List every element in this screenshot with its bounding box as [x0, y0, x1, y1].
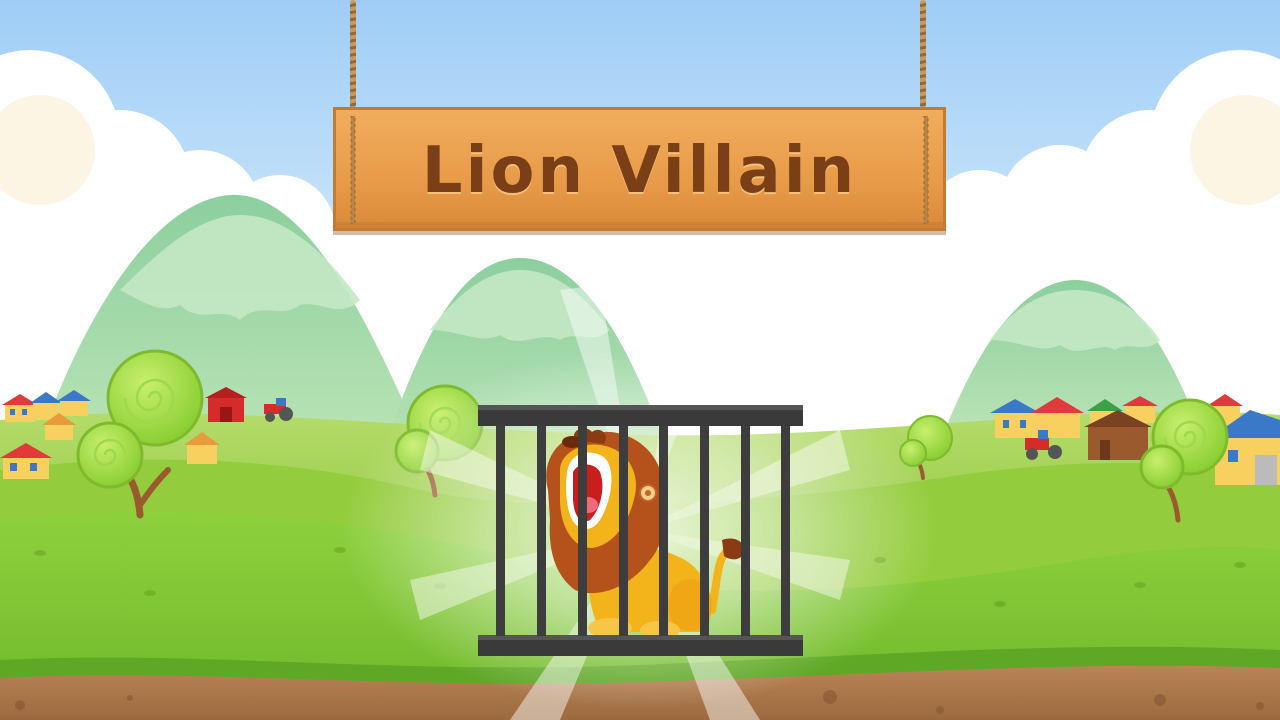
rope-left	[350, 0, 356, 108]
game-title: Lion Villain	[421, 134, 858, 208]
rope-right	[920, 0, 926, 108]
title-sign: Lion Villain	[333, 107, 946, 231]
